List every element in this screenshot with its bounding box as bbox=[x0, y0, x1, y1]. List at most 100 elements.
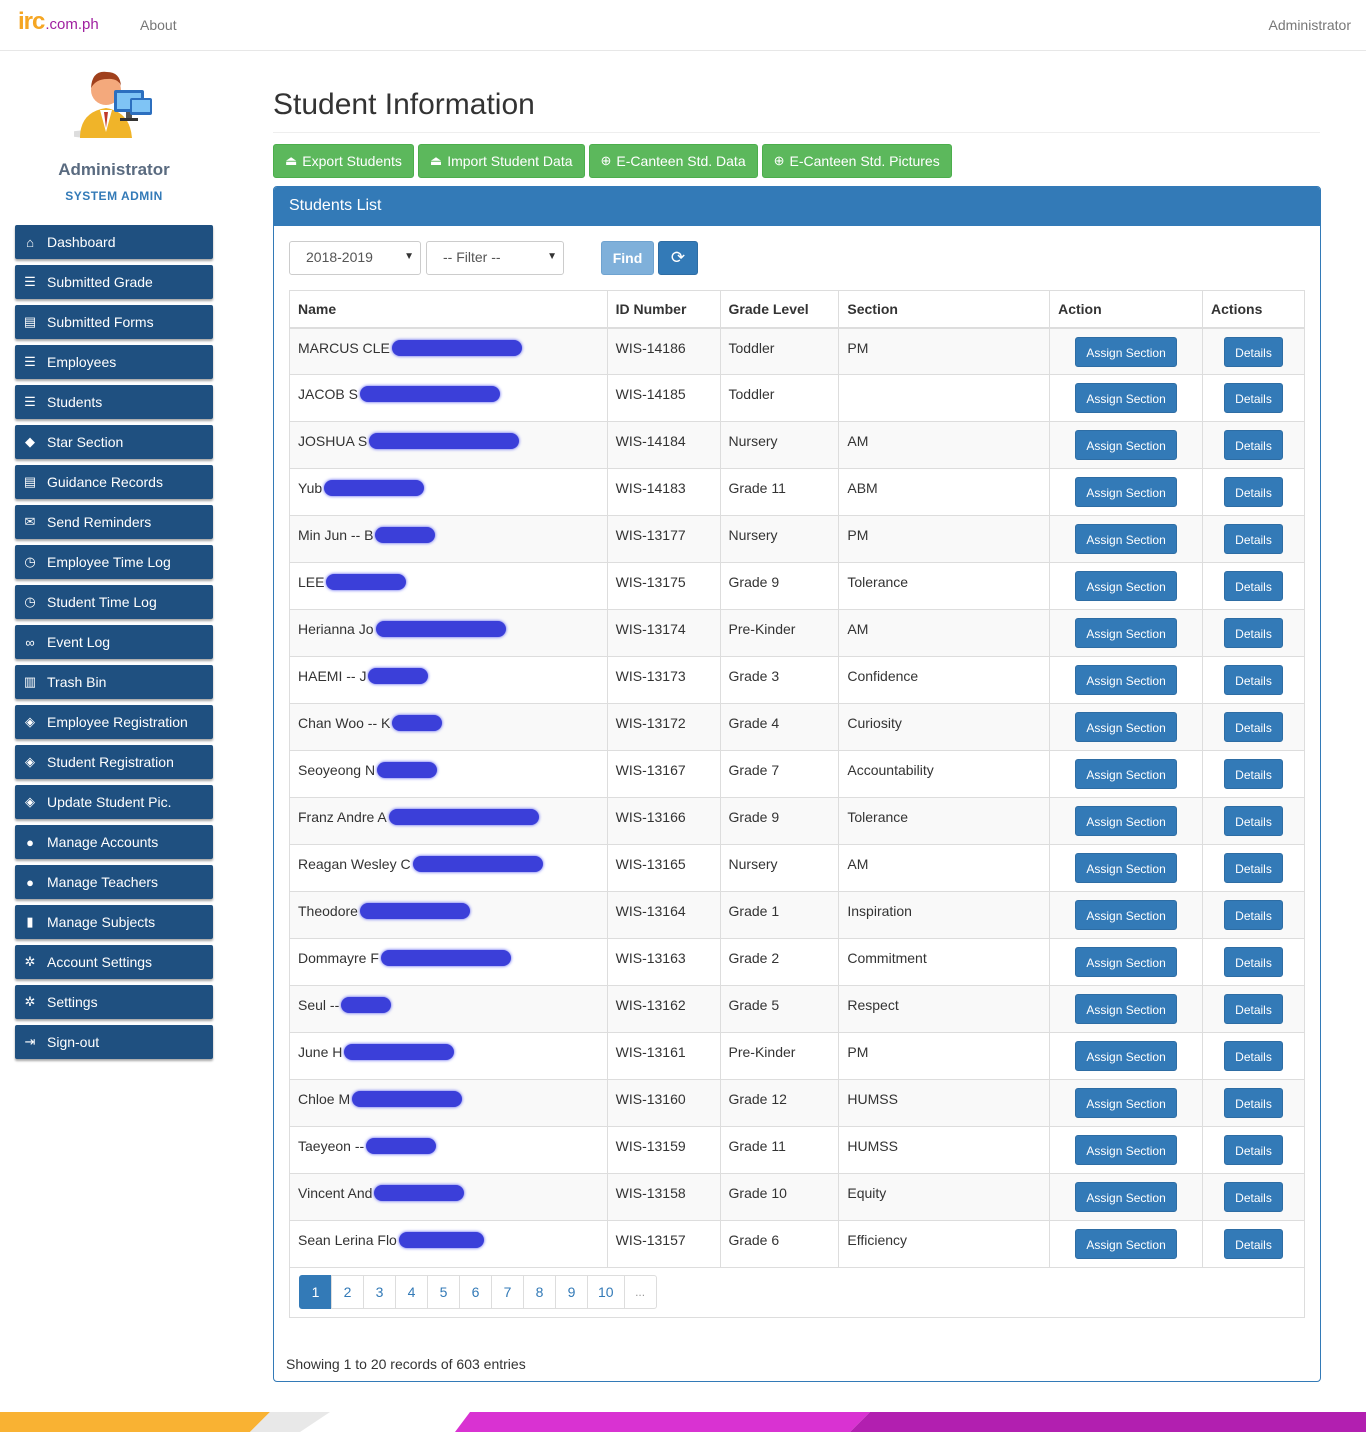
sidebar-item-submitted-forms[interactable]: ▤ Submitted Forms bbox=[15, 305, 213, 339]
pagination-page-1[interactable]: 1 bbox=[299, 1275, 332, 1309]
assign-section-button[interactable]: Assign Section bbox=[1075, 900, 1178, 930]
pagination-page-7[interactable]: 7 bbox=[491, 1275, 524, 1309]
pagination-page-10[interactable]: 10 bbox=[587, 1275, 625, 1309]
sidebar-item-event-log[interactable]: ∞ Event Log bbox=[15, 625, 213, 659]
pagination-page-6[interactable]: 6 bbox=[459, 1275, 492, 1309]
details-button[interactable]: Details bbox=[1224, 947, 1283, 977]
pagination-page-8[interactable]: 8 bbox=[523, 1275, 556, 1309]
redaction-mark bbox=[388, 809, 539, 825]
student-name: Franz Andre A bbox=[298, 809, 387, 825]
grade-level-cell: Grade 9 bbox=[719, 797, 840, 845]
filter-select[interactable]: -- Filter -- ▼ bbox=[426, 241, 564, 275]
assign-section-button[interactable]: Assign Section bbox=[1075, 1088, 1178, 1118]
details-button[interactable]: Details bbox=[1224, 900, 1283, 930]
sidebar-item-manage-teachers[interactable]: ● Manage Teachers bbox=[15, 865, 213, 899]
redaction-mark bbox=[374, 1185, 465, 1201]
assign-section-button[interactable]: Assign Section bbox=[1075, 430, 1178, 460]
export-students-button[interactable]: ⏏ Export Students bbox=[273, 144, 414, 178]
assign-section-button[interactable]: Assign Section bbox=[1075, 618, 1178, 648]
details-button[interactable]: Details bbox=[1224, 1041, 1283, 1071]
sidebar-item-students[interactable]: ☰ Students bbox=[15, 385, 213, 419]
table-row: Taeyeon -- WIS-13159 Grade 11 HUMSS Assign S… bbox=[289, 1126, 1305, 1174]
grade-level-cell: Pre-Kinder bbox=[719, 1032, 840, 1080]
sidebar-item-student-time-log[interactable]: ◷ Student Time Log bbox=[15, 585, 213, 619]
details-button[interactable]: Details bbox=[1224, 853, 1283, 883]
table-row: LEE WIS-13175 Grade 9 Tolerance Assign Secti… bbox=[289, 562, 1305, 610]
assign-section-button[interactable]: Assign Section bbox=[1075, 524, 1178, 554]
refresh-icon: ⟳ bbox=[670, 248, 686, 267]
assign-section-button[interactable]: Assign Section bbox=[1075, 994, 1178, 1024]
details-button[interactable]: Details bbox=[1224, 994, 1283, 1024]
pagination-page-5[interactable]: 5 bbox=[427, 1275, 460, 1309]
assign-section-button[interactable]: Assign Section bbox=[1075, 1182, 1178, 1212]
assign-section-button[interactable]: Assign Section bbox=[1075, 947, 1178, 977]
students-list-panel: Students List 2018-2019 ▼ -- Filter -- ▼… bbox=[273, 186, 1321, 1382]
nav-user-menu[interactable]: Administrator bbox=[1269, 17, 1351, 33]
pagination-page-9[interactable]: 9 bbox=[555, 1275, 588, 1309]
assign-section-button[interactable]: Assign Section bbox=[1075, 336, 1178, 367]
school-year-select[interactable]: 2018-2019 ▼ bbox=[289, 241, 421, 275]
sidebar-item-employee-time-log[interactable]: ◷ Employee Time Log bbox=[15, 545, 213, 579]
assign-section-button[interactable]: Assign Section bbox=[1075, 853, 1178, 883]
details-button[interactable]: Details bbox=[1224, 1135, 1283, 1165]
pagination-ellipsis[interactable]: ... bbox=[623, 1275, 657, 1309]
sidebar-item-manage-accounts[interactable]: ● Manage Accounts bbox=[15, 825, 213, 859]
student-name: HAEMI -- J bbox=[298, 668, 367, 684]
details-button[interactable]: Details bbox=[1224, 524, 1283, 554]
sidebar-item-manage-subjects[interactable]: ▮ Manage Subjects bbox=[15, 905, 213, 939]
assign-section-button[interactable]: Assign Section bbox=[1075, 477, 1178, 507]
refresh-button[interactable]: ⟳ bbox=[658, 241, 698, 275]
assign-section-button[interactable]: Assign Section bbox=[1075, 759, 1178, 789]
details-button[interactable]: Details bbox=[1224, 759, 1283, 789]
details-button[interactable]: Details bbox=[1224, 430, 1283, 460]
details-button[interactable]: Details bbox=[1224, 571, 1283, 601]
sidebar-item-update-student-pic[interactable]: ◈ Update Student Pic. bbox=[15, 785, 213, 819]
sidebar-item-student-registration[interactable]: ◈ Student Registration bbox=[15, 745, 213, 779]
details-button[interactable]: Details bbox=[1224, 1088, 1283, 1118]
e-canteen-std-data-button[interactable]: ⊕ E-Canteen Std. Data bbox=[588, 144, 758, 178]
assign-section-button[interactable]: Assign Section bbox=[1075, 1135, 1178, 1165]
assign-section-button[interactable]: Assign Section bbox=[1075, 1229, 1178, 1259]
details-button[interactable]: Details bbox=[1224, 1182, 1283, 1212]
details-button[interactable]: Details bbox=[1224, 712, 1283, 742]
assign-section-button[interactable]: Assign Section bbox=[1075, 383, 1178, 413]
sidebar-item-sign-out[interactable]: ⇥ Sign-out bbox=[15, 1025, 213, 1059]
nav-about-link[interactable]: About bbox=[140, 17, 177, 33]
details-button[interactable]: Details bbox=[1224, 383, 1283, 413]
assign-section-button[interactable]: Assign Section bbox=[1075, 806, 1178, 836]
pagination-page-3[interactable]: 3 bbox=[363, 1275, 396, 1309]
grade-level-cell: Grade 5 bbox=[719, 985, 840, 1033]
sidebar-item-submitted-grade[interactable]: ☰ Submitted Grade bbox=[15, 265, 213, 299]
sidebar-item-trash-bin[interactable]: ▥ Trash Bin bbox=[15, 665, 213, 699]
sidebar-item-settings[interactable]: ✲ Settings bbox=[15, 985, 213, 1019]
details-button[interactable]: Details bbox=[1224, 1229, 1283, 1259]
action-cell: Assign Section bbox=[1049, 1126, 1204, 1174]
e-canteen-std-pictures-button[interactable]: ⊕ E-Canteen Std. Pictures bbox=[761, 144, 952, 178]
sidebar-item-send-reminders[interactable]: ✉ Send Reminders bbox=[15, 505, 213, 539]
assign-section-button[interactable]: Assign Section bbox=[1075, 665, 1178, 695]
details-button[interactable]: Details bbox=[1224, 618, 1283, 648]
assign-section-button[interactable]: Assign Section bbox=[1075, 1041, 1178, 1071]
brand-logo[interactable]: irc .com.ph bbox=[18, 6, 99, 36]
table-header-row: Name ID Number Grade Level Section Action Act… bbox=[289, 290, 1305, 329]
details-button[interactable]: Details bbox=[1224, 477, 1283, 507]
tags-icon: ◈ bbox=[25, 754, 35, 769]
assign-section-button[interactable]: Assign Section bbox=[1075, 571, 1178, 601]
details-button[interactable]: Details bbox=[1224, 665, 1283, 695]
details-button[interactable]: Details bbox=[1224, 336, 1283, 367]
sidebar-item-star-section[interactable]: ◆ Star Section bbox=[15, 425, 213, 459]
details-button[interactable]: Details bbox=[1224, 806, 1283, 836]
sidebar-item-employee-registration[interactable]: ◈ Employee Registration bbox=[15, 705, 213, 739]
pagination-page-2[interactable]: 2 bbox=[331, 1275, 364, 1309]
sidebar-item-dashboard[interactable]: ⌂ Dashboard bbox=[15, 225, 213, 259]
sidebar-item-employees[interactable]: ☰ Employees bbox=[15, 345, 213, 379]
find-button[interactable]: Find bbox=[601, 241, 654, 275]
section-cell: Inspiration bbox=[838, 891, 1051, 939]
sidebar-item-account-settings[interactable]: ✲ Account Settings bbox=[15, 945, 213, 979]
pagination-page-4[interactable]: 4 bbox=[395, 1275, 428, 1309]
assign-section-button[interactable]: Assign Section bbox=[1075, 712, 1178, 742]
student-name: Chan Woo -- K bbox=[298, 715, 391, 731]
import-student-data-button[interactable]: ⏏ Import Student Data bbox=[417, 144, 585, 178]
sidebar-item-guidance-records[interactable]: ▤ Guidance Records bbox=[15, 465, 213, 499]
action-cell: Assign Section bbox=[1049, 844, 1204, 892]
